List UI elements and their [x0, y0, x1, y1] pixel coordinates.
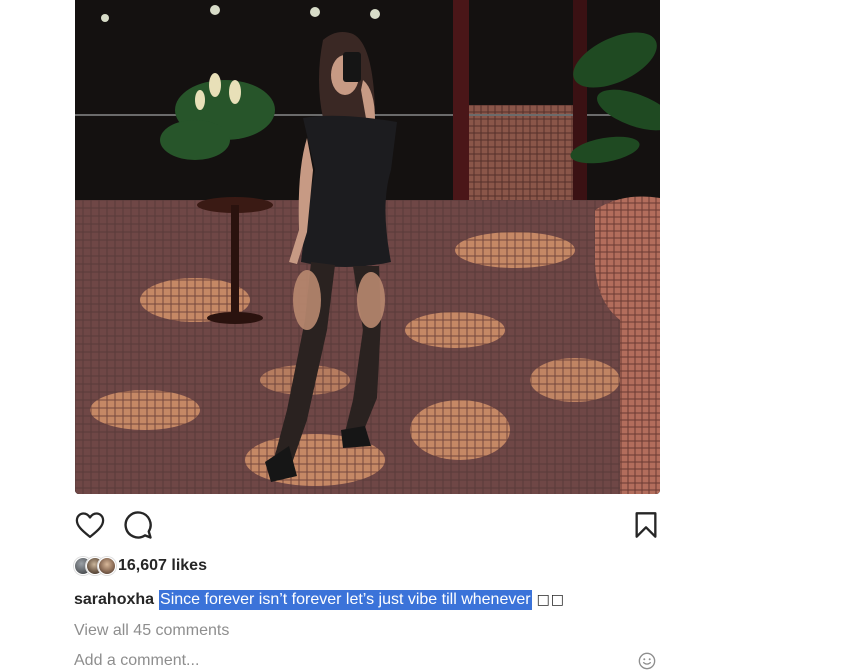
avatar [98, 557, 116, 575]
post-action-bar [74, 508, 660, 542]
smiley-icon [638, 652, 656, 670]
instagram-post: 16,607 likes sarahoxha Since forever isn… [0, 0, 841, 671]
likes-count[interactable]: 16,607 likes [118, 557, 207, 575]
like-button[interactable] [74, 508, 106, 542]
add-comment-row [74, 650, 660, 671]
post-photo[interactable] [75, 0, 660, 494]
heart-icon [75, 512, 105, 538]
add-comment-input[interactable] [74, 650, 614, 671]
caption-username[interactable]: sarahoxha [74, 591, 154, 609]
emoji-picker-button[interactable] [638, 652, 656, 670]
liker-avatars[interactable] [74, 557, 116, 575]
save-button[interactable] [632, 508, 660, 542]
likes-row: 16,607 likes [74, 556, 207, 576]
comment-bubble-icon [124, 511, 152, 539]
bookmark-icon [635, 512, 657, 538]
caption-emoji: □□ [536, 592, 566, 608]
caption-text: Since forever isn’t forever let’s just v… [159, 590, 532, 610]
comment-button[interactable] [122, 508, 154, 542]
caption: sarahoxha Since forever isn’t forever le… [74, 589, 565, 611]
view-all-comments-link[interactable]: View all 45 comments [74, 622, 229, 640]
